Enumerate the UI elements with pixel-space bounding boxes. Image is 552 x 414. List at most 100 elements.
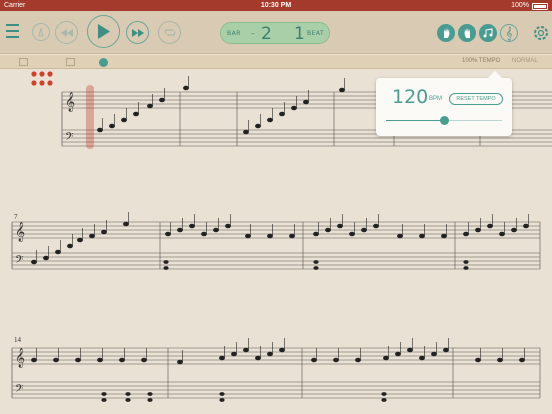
note-head xyxy=(183,85,189,91)
clock: 10:30 PM xyxy=(260,2,292,9)
note-head xyxy=(165,231,171,237)
treble-clef-icon: 𝄞 xyxy=(65,92,75,112)
note-head xyxy=(519,357,525,363)
bar-prefix: – xyxy=(251,29,256,38)
tempo-percent-label[interactable]: 100% TEMPO xyxy=(462,58,500,64)
note-head xyxy=(225,223,231,229)
position-slider-thumb[interactable] xyxy=(99,58,108,67)
note-head xyxy=(141,357,147,363)
note-head xyxy=(43,255,49,261)
note-head xyxy=(311,357,317,363)
note-head xyxy=(201,231,207,237)
status-bar: Carrier 10:30 PM 100% xyxy=(0,0,552,11)
settings-button[interactable] xyxy=(531,23,550,42)
note-head xyxy=(289,233,295,239)
bass-clef-icon: 𝄢 xyxy=(15,383,23,398)
toolbar: BAR – 2 1 BEAT 𝄞 xyxy=(0,11,552,54)
note-head xyxy=(383,355,389,361)
note-head xyxy=(419,233,425,239)
notes-button[interactable] xyxy=(479,24,497,42)
chord-note xyxy=(463,260,469,264)
note-head xyxy=(487,223,493,229)
bar-beat-counter[interactable]: BAR – 2 1 BEAT xyxy=(220,22,330,44)
note-head xyxy=(53,357,59,363)
note-head xyxy=(159,97,165,103)
beat-value: 1 xyxy=(294,24,305,44)
note-head xyxy=(75,357,81,363)
hand-indicator-dot xyxy=(31,80,37,86)
normal-view-label[interactable]: NORMAL xyxy=(512,58,538,64)
chord-note xyxy=(125,398,131,402)
note-head xyxy=(475,227,481,233)
bass-clef-icon: 𝄢 xyxy=(15,254,23,269)
note-head xyxy=(147,103,153,109)
right-hand-button[interactable] xyxy=(458,24,476,42)
chord-note xyxy=(147,392,153,396)
note-head xyxy=(355,357,361,363)
note-head xyxy=(431,351,437,357)
play-icon xyxy=(98,24,110,39)
note-head xyxy=(123,221,129,227)
note-head xyxy=(395,351,401,357)
play-button[interactable] xyxy=(87,15,120,48)
note-head xyxy=(245,233,251,239)
note-head xyxy=(31,357,37,363)
note-head xyxy=(119,357,125,363)
loop-button[interactable] xyxy=(158,21,181,44)
keyboard-icon[interactable] xyxy=(66,58,75,66)
beat-label: BEAT xyxy=(307,30,325,37)
bpm-value: 120 xyxy=(392,86,429,108)
tempo-slider-fill xyxy=(386,120,444,121)
menu-button[interactable] xyxy=(3,22,21,40)
rewind-button[interactable] xyxy=(55,21,78,44)
note-head xyxy=(279,347,285,353)
battery-percent: 100% xyxy=(511,2,529,9)
chord-note xyxy=(101,398,107,402)
chord-note xyxy=(381,392,387,396)
note-head xyxy=(31,259,37,265)
reset-tempo-button[interactable]: RESET TEMPO xyxy=(449,93,503,105)
bar-label: BAR xyxy=(227,30,241,37)
battery-indicator: 100% xyxy=(511,0,548,11)
note-head xyxy=(325,227,331,233)
note-head xyxy=(349,231,355,237)
note-head xyxy=(441,233,447,239)
hand-indicator-dot xyxy=(31,71,37,77)
note-head xyxy=(121,117,127,123)
note-head xyxy=(361,227,367,233)
chord-note xyxy=(101,392,107,396)
chord-note xyxy=(125,392,131,396)
note-head xyxy=(337,223,343,229)
tempo-slider[interactable] xyxy=(386,116,502,125)
left-hand-button[interactable] xyxy=(437,24,455,42)
note-head xyxy=(313,231,319,237)
treble-clef-icon: 𝄞 xyxy=(505,25,513,40)
note-head xyxy=(463,231,469,237)
note-head xyxy=(279,111,285,117)
note-head xyxy=(219,355,225,361)
chord-note xyxy=(163,266,169,270)
note-head xyxy=(291,105,297,111)
treble-clef-icon: 𝄞 xyxy=(15,222,25,242)
note-head xyxy=(67,243,73,249)
note-head xyxy=(97,357,103,363)
note-head xyxy=(397,233,403,239)
metronome-button[interactable] xyxy=(32,23,50,41)
note-head xyxy=(511,227,517,233)
note-head xyxy=(231,351,237,357)
tempo-slider-thumb[interactable] xyxy=(439,116,449,125)
chord-note xyxy=(147,398,153,402)
loop-icon xyxy=(164,29,175,36)
hand-indicator-dot xyxy=(47,71,53,77)
piano-icon[interactable] xyxy=(19,58,28,66)
clef-button[interactable]: 𝄞 xyxy=(500,24,518,42)
fast-forward-button[interactable] xyxy=(126,21,149,44)
right-hand-icon xyxy=(464,28,470,38)
note-head xyxy=(339,87,345,93)
chord-note xyxy=(219,398,225,402)
note-head xyxy=(101,229,107,235)
note-head xyxy=(333,357,339,363)
note-head xyxy=(177,359,183,365)
battery-icon xyxy=(532,3,548,10)
note-head xyxy=(177,227,183,233)
